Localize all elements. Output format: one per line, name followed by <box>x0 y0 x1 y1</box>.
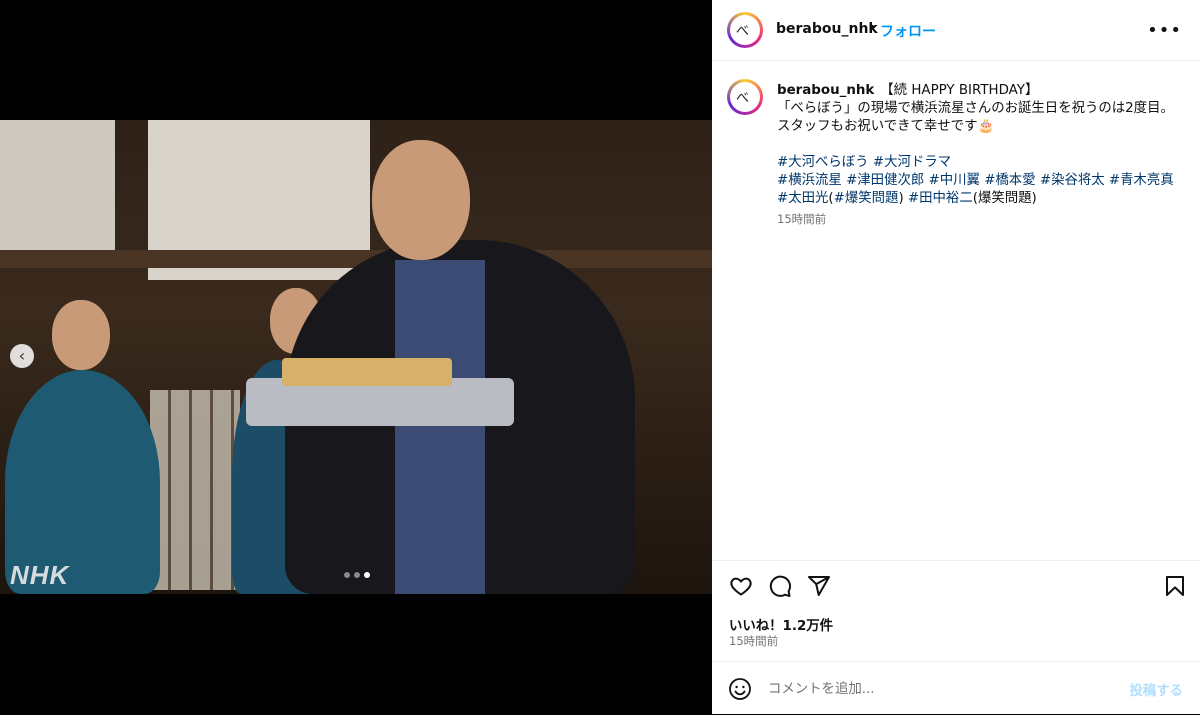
caption-username[interactable]: berabou_nhk <box>777 83 874 98</box>
hashtag-list: #大河べらぼう #大河ドラマ #横浜流星 #津田健次郎 #中川翼 #橋本愛 #染谷… <box>777 154 1187 208</box>
caption-body: berabou_nhk 【続 HAPPY BIRTHDAY】 「べらぼう」の現場で… <box>777 82 1187 208</box>
hashtag-link[interactable]: #津田健次郎 <box>846 173 924 188</box>
head-left <box>52 300 110 370</box>
avatar-logo-icon: べ <box>736 24 750 39</box>
carousel-indicator <box>344 572 370 578</box>
bg-window-left <box>0 120 115 250</box>
actions-divider <box>712 560 1200 562</box>
hashtag-link[interactable]: #大河ドラマ <box>873 155 951 170</box>
nhk-watermark: NHK <box>10 560 70 590</box>
cake <box>282 358 452 386</box>
comment-input[interactable] <box>766 676 1100 702</box>
hashtag-link[interactable]: #橋本愛 <box>984 173 1035 188</box>
avatar-logo-icon: べ <box>736 91 750 106</box>
more-options-icon[interactable]: ••• <box>1147 20 1182 41</box>
person-main-hakama <box>395 260 485 594</box>
post-timestamp[interactable]: 15時間前 <box>729 633 778 649</box>
like-count[interactable]: いいね！1.2万件 <box>729 614 833 634</box>
post-side-panel: べ berabou_nhk • フォロー ••• べ berabou_nhk 【続… <box>712 0 1200 714</box>
comment-box: 投稿する <box>712 661 1200 715</box>
carousel-dot <box>354 572 360 578</box>
hashtag-link[interactable]: #爆笑問題 <box>834 191 899 206</box>
hashtag-link[interactable]: #太田光 <box>777 191 828 206</box>
bookmark-icon[interactable] <box>1163 574 1187 598</box>
hashtag-link[interactable]: #横浜流星 <box>777 173 842 188</box>
bg-shoji <box>150 390 240 590</box>
caption-text: 「べらぼう」の現場で横浜流星さんのお誕生日を祝うのは2度目。スタッフもお祝いでき… <box>777 101 1174 134</box>
caption-text-fragment: ) <box>898 191 908 206</box>
share-icon[interactable] <box>807 574 831 598</box>
head-main <box>372 140 470 260</box>
post-media: NHK ‹ <box>0 0 712 714</box>
header-separator: • <box>868 20 877 36</box>
hashtag-link[interactable]: #田中裕二 <box>908 191 973 206</box>
comment-icon[interactable] <box>768 574 792 598</box>
hashtag-link[interactable]: #染谷将太 <box>1040 173 1105 188</box>
post-comment-button[interactable]: 投稿する <box>1129 679 1183 699</box>
header-username[interactable]: berabou_nhk <box>776 21 878 37</box>
caption-timestamp: 15時間前 <box>777 212 827 226</box>
emoji-icon[interactable] <box>728 677 752 701</box>
avatar[interactable]: べ <box>727 12 763 48</box>
caption-text-fragment: (爆笑問題) <box>972 191 1037 206</box>
carousel-dot-active <box>364 572 370 578</box>
caption-title: 【続 HAPPY BIRTHDAY】 <box>880 83 1039 98</box>
hashtag-link[interactable]: #中川翼 <box>929 173 980 188</box>
post-header: べ berabou_nhk • フォロー ••• <box>712 0 1200 61</box>
chevron-left-icon: ‹ <box>18 346 26 365</box>
post-photo[interactable]: NHK <box>0 120 712 594</box>
caption-avatar[interactable]: べ <box>727 79 763 115</box>
carousel-dot <box>344 572 350 578</box>
hashtag-link[interactable]: #青木亮真 <box>1109 173 1174 188</box>
follow-button[interactable]: フォロー <box>880 21 936 41</box>
hashtag-link[interactable]: #大河べらぼう <box>777 155 869 170</box>
carousel-prev-button[interactable]: ‹ <box>10 344 34 368</box>
heart-icon[interactable] <box>729 574 753 598</box>
